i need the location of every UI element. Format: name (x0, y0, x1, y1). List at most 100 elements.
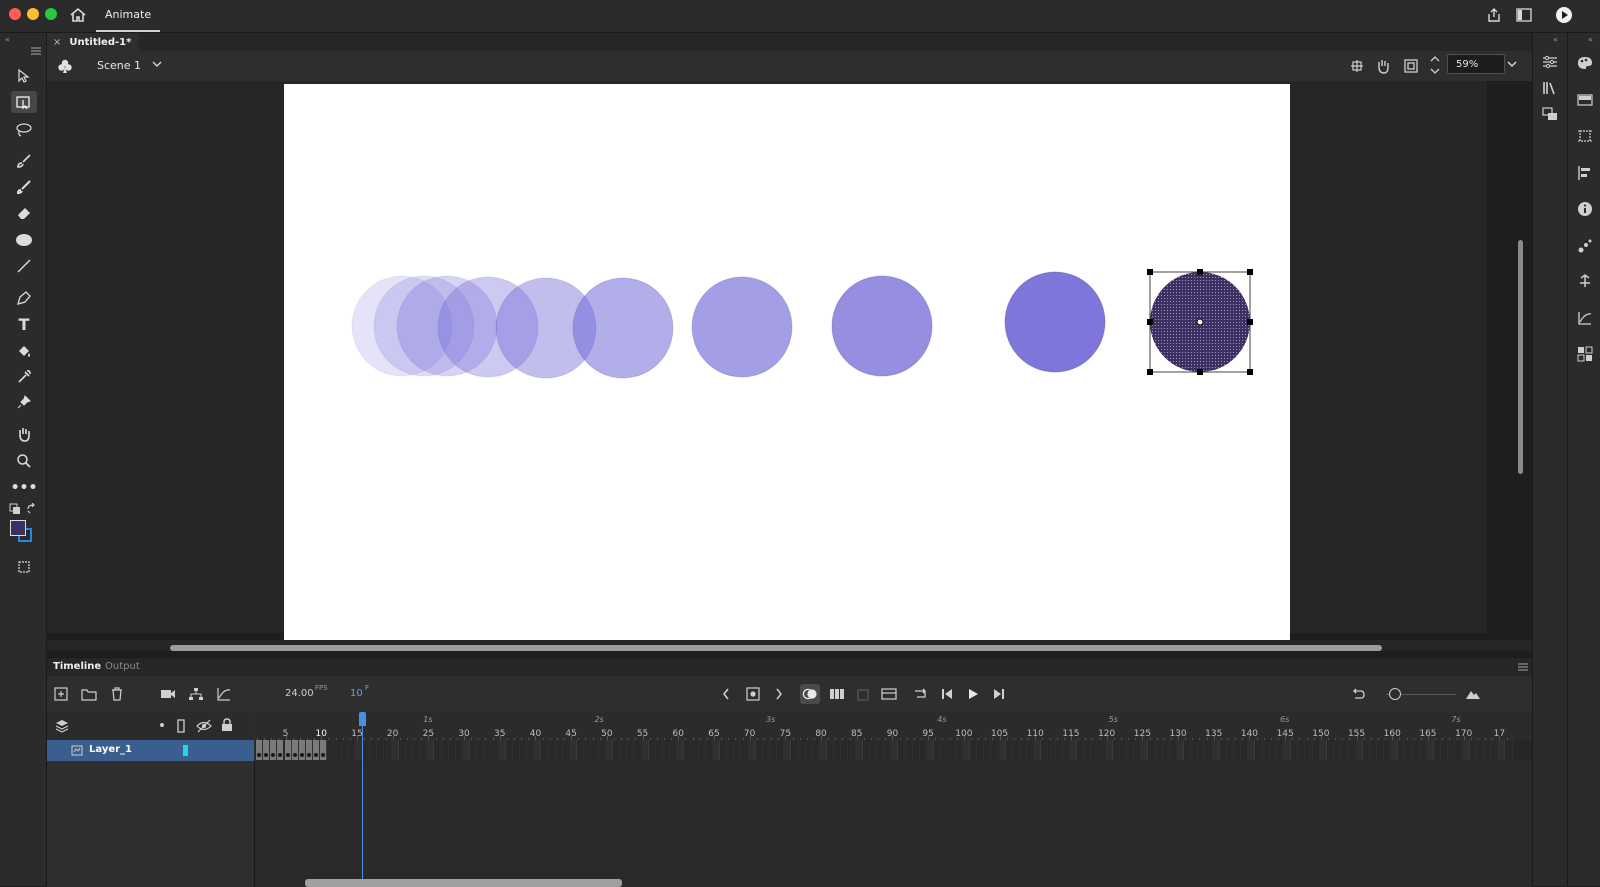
frame-cell[interactable] (1505, 740, 1513, 760)
edit-toolbar-button[interactable] (11, 556, 37, 578)
test-movie-icon[interactable] (1555, 6, 1573, 24)
frame-cell[interactable] (1184, 740, 1192, 760)
frame-cell[interactable] (855, 740, 863, 760)
frame-cell[interactable] (477, 740, 485, 760)
layer-name[interactable]: Layer_1 (89, 744, 132, 755)
frame-cell[interactable] (755, 740, 763, 760)
pin-tool[interactable] (11, 391, 37, 413)
frame-ruler[interactable]: 1s 2s 3s 4s 5s 6s 7s 5 10 15 20 25 30 35 40 45 50 55 60 65 7… (255, 712, 1532, 740)
collapse-panel-icon[interactable]: « (5, 35, 10, 44)
color-swatches[interactable] (10, 520, 36, 546)
free-transform-tool[interactable] (11, 91, 37, 113)
frame-cell[interactable] (1262, 740, 1270, 760)
keyframe[interactable] (298, 740, 306, 760)
frame-cell[interactable] (491, 740, 499, 760)
frame-cell[interactable] (1012, 740, 1020, 760)
frame-cell[interactable] (427, 740, 435, 760)
frame-cell[interactable] (698, 740, 706, 760)
new-layer-button[interactable] (51, 684, 71, 704)
loop-playback-button[interactable] (911, 684, 931, 704)
frame-cell[interactable] (484, 740, 492, 760)
frame-cell[interactable] (1177, 740, 1185, 760)
scene-clubs-icon[interactable] (57, 58, 73, 74)
frame-cell[interactable] (905, 740, 913, 760)
motion-editor-icon[interactable] (1575, 308, 1595, 328)
keyframe[interactable] (284, 740, 292, 760)
frame-cell[interactable] (455, 740, 463, 760)
frame-cell[interactable] (1084, 740, 1092, 760)
frame-cell[interactable] (1148, 740, 1156, 760)
frame-cell[interactable] (448, 740, 456, 760)
frame-cell[interactable] (1141, 740, 1149, 760)
frame-cell[interactable] (648, 740, 656, 760)
frame-cell[interactable] (1491, 740, 1499, 760)
create-tween-button[interactable] (879, 684, 899, 704)
frame-cell[interactable] (1127, 740, 1135, 760)
frame-cell[interactable] (748, 740, 756, 760)
lasso-tool[interactable] (11, 119, 37, 141)
frame-cell[interactable] (1112, 740, 1120, 760)
frame-cell[interactable] (1155, 740, 1163, 760)
lock-icon[interactable] (221, 718, 233, 732)
frame-cell[interactable] (812, 740, 820, 760)
frame-cell[interactable] (948, 740, 956, 760)
frame-cell[interactable] (712, 740, 720, 760)
current-frame-value[interactable]: 10 (350, 688, 363, 699)
frame-cell[interactable] (1291, 740, 1299, 760)
frame-cell[interactable] (563, 740, 571, 760)
frame-cell[interactable] (341, 740, 349, 760)
paint-bucket-tool[interactable] (11, 340, 37, 362)
step-backward-button[interactable] (937, 684, 957, 704)
play-button[interactable] (963, 684, 983, 704)
asset-warp-icon[interactable] (1575, 271, 1595, 291)
keyframe[interactable] (277, 740, 285, 760)
frame-cell[interactable] (898, 740, 906, 760)
frame-cell[interactable] (1298, 740, 1306, 760)
hand-tool[interactable] (11, 423, 37, 445)
vertical-scrollbar[interactable] (1518, 240, 1523, 474)
frame-cell[interactable] (470, 740, 478, 760)
frame-cell[interactable] (1277, 740, 1285, 760)
frame-cell[interactable] (848, 740, 856, 760)
expand-panels-icon[interactable]: « (1553, 35, 1558, 44)
frame-cell[interactable] (1484, 740, 1492, 760)
line-tool[interactable] (11, 255, 37, 277)
eraser-tool[interactable] (11, 202, 37, 224)
frame-cell[interactable] (820, 740, 828, 760)
frame-cell[interactable] (1498, 740, 1506, 760)
scene-dropdown-chevron-down-icon[interactable] (152, 61, 162, 68)
frame-cell[interactable] (1069, 740, 1077, 760)
frame-cell[interactable] (805, 740, 813, 760)
frame-cell[interactable] (1455, 740, 1463, 760)
color-panel-icon[interactable] (1575, 53, 1595, 73)
frame-cell[interactable] (1362, 740, 1370, 760)
transform-handle[interactable] (1197, 369, 1203, 375)
camera-button[interactable] (158, 684, 178, 704)
frame-cell[interactable] (598, 740, 606, 760)
frame-cell[interactable] (1119, 740, 1127, 760)
frame-cell[interactable] (1055, 740, 1063, 760)
frame-cell[interactable] (1319, 740, 1327, 760)
workspace-layout-icon[interactable] (1516, 8, 1532, 22)
fps-value[interactable]: 24.00 (285, 688, 314, 699)
snap-to-icon[interactable] (1350, 59, 1364, 73)
frame-cell[interactable] (505, 740, 513, 760)
frame-cell[interactable] (1348, 740, 1356, 760)
frame-cell[interactable] (541, 740, 549, 760)
timeline-menu-icon[interactable] (1517, 663, 1529, 671)
frame-cell[interactable] (1134, 740, 1142, 760)
frame-cell[interactable] (398, 740, 406, 760)
frame-cell[interactable] (762, 740, 770, 760)
transform-handle[interactable] (1247, 369, 1253, 375)
eyedropper-tool[interactable] (11, 366, 37, 388)
scene-name[interactable]: Scene 1 (97, 59, 141, 72)
fill-color-swatch[interactable] (10, 520, 26, 536)
frame-cell[interactable] (970, 740, 977, 760)
frame-cell[interactable] (670, 740, 678, 760)
frame-cell[interactable] (927, 740, 935, 760)
frame-cell[interactable] (891, 740, 899, 760)
delete-layer-button[interactable] (107, 684, 127, 704)
keyframe[interactable] (256, 740, 263, 760)
frame-cell[interactable] (1327, 740, 1334, 760)
frame-cell[interactable] (984, 740, 992, 760)
